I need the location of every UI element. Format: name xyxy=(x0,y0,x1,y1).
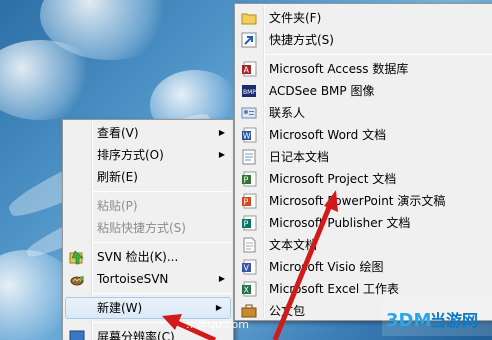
watermark-text: 当游网 xyxy=(430,311,478,330)
new-item-project[interactable]: P Microsoft Project 文档 xyxy=(235,168,492,190)
svg-text:A: A xyxy=(244,66,250,75)
bmp-icon: BMP xyxy=(242,85,256,97)
watermark-logo: 3DM 当游网 xyxy=(382,300,492,336)
menu-item-label: 快捷方式(S) xyxy=(269,33,334,47)
svg-text:P: P xyxy=(244,198,249,207)
new-submenu: 文件夹(F) 快捷方式(S) A Microsoft Access 数据库 BM… xyxy=(234,3,492,321)
word-icon: W xyxy=(242,127,257,143)
new-item-journal[interactable]: 日记本文档 xyxy=(235,146,492,168)
menu-item-label: 文件夹(F) xyxy=(269,11,322,25)
svg-text:P: P xyxy=(244,220,249,229)
menu-separator xyxy=(93,242,231,243)
menu-item-label: 粘贴快捷方式(S) xyxy=(97,221,186,235)
visio-icon: V xyxy=(242,259,257,275)
svn-checkout-icon xyxy=(69,250,84,265)
contact-icon xyxy=(241,107,257,119)
menu-item-paste-shortcut[interactable]: 粘贴快捷方式(S) xyxy=(63,217,233,239)
menu-item-label: Microsoft Word 文档 xyxy=(269,128,387,142)
menu-item-label: SVN 检出(K)... xyxy=(97,250,179,264)
menu-item-new[interactable]: 新建(W) ▶ xyxy=(65,297,231,319)
new-item-publisher[interactable]: P Microsoft Publisher 文档 xyxy=(235,212,492,234)
new-item-folder[interactable]: 文件夹(F) xyxy=(235,7,492,29)
menu-item-label: TortoiseSVN xyxy=(97,272,169,286)
folder-icon xyxy=(241,13,257,25)
submenu-arrow-icon: ▶ xyxy=(215,303,222,312)
menu-item-label: 粘贴(P) xyxy=(97,199,138,213)
submenu-arrow-icon: ▶ xyxy=(218,274,225,283)
menu-item-sort-by[interactable]: 排序方式(O) ▶ xyxy=(63,144,233,166)
new-item-shortcut[interactable]: 快捷方式(S) xyxy=(235,29,492,51)
menu-item-tortoisesvn[interactable]: TortoiseSVN ▶ xyxy=(63,268,233,290)
svg-text:W: W xyxy=(243,132,251,141)
menu-item-label: Microsoft Excel 工作表 xyxy=(269,282,400,296)
svg-text:V: V xyxy=(244,264,250,273)
shortcut-icon xyxy=(241,32,257,48)
new-item-word[interactable]: W Microsoft Word 文档 xyxy=(235,124,492,146)
menu-item-label: Microsoft PowerPoint 演示文稿 xyxy=(269,194,446,208)
menu-item-label: Microsoft Access 数据库 xyxy=(269,62,409,76)
menu-item-label: Microsoft Visio 绘图 xyxy=(269,260,384,274)
menu-item-label: 刷新(E) xyxy=(97,170,138,184)
menu-item-label: ACDSee BMP 图像 xyxy=(269,84,375,98)
briefcase-icon xyxy=(241,304,257,318)
menu-item-label: Microsoft Project 文档 xyxy=(269,172,397,186)
menu-item-paste[interactable]: 粘贴(P) xyxy=(63,195,233,217)
submenu-arrow-icon: ▶ xyxy=(218,128,225,137)
tortoisesvn-icon xyxy=(70,276,84,286)
access-icon: A xyxy=(242,61,257,77)
menu-item-label: 屏幕分辨率(C) xyxy=(97,330,175,340)
project-icon: P xyxy=(242,171,257,187)
watermark-sub: 3DM xyxy=(386,310,431,331)
menu-item-label: 查看(V) xyxy=(97,126,139,140)
menu-separator xyxy=(93,293,231,294)
monitor-icon xyxy=(69,330,85,340)
menu-item-svn-checkout[interactable]: SVN 检出(K)... xyxy=(63,246,233,268)
menu-item-label: 排序方式(O) xyxy=(97,148,164,162)
menu-item-label: Microsoft Publisher 文档 xyxy=(269,216,411,230)
new-item-access[interactable]: A Microsoft Access 数据库 xyxy=(235,58,492,80)
menu-item-label: 公文包 xyxy=(269,304,306,318)
publisher-icon: P xyxy=(242,215,257,231)
new-item-powerpoint[interactable]: P Microsoft PowerPoint 演示文稿 xyxy=(235,190,492,212)
svg-text:P: P xyxy=(244,176,249,185)
powerpoint-icon: P xyxy=(242,193,257,209)
new-item-visio[interactable]: V Microsoft Visio 绘图 xyxy=(235,256,492,278)
menu-item-view[interactable]: 查看(V) ▶ xyxy=(63,122,233,144)
menu-item-label: 联系人 xyxy=(269,106,306,120)
new-item-excel[interactable]: X Microsoft Excel 工作表 xyxy=(235,278,492,300)
email-text: …@qq.com xyxy=(186,318,249,331)
submenu-arrow-icon: ▶ xyxy=(218,150,225,159)
svg-text:BMP: BMP xyxy=(243,89,256,96)
menu-item-label: 日记本文档 xyxy=(269,150,330,164)
journal-icon xyxy=(242,149,256,165)
new-item-bmp[interactable]: BMP ACDSee BMP 图像 xyxy=(235,80,492,102)
excel-icon: X xyxy=(242,281,257,297)
svg-text:X: X xyxy=(244,286,250,295)
new-item-text[interactable]: 文本文档 xyxy=(235,234,492,256)
menu-separator xyxy=(93,191,231,192)
menu-separator xyxy=(265,54,492,55)
menu-item-refresh[interactable]: 刷新(E) xyxy=(63,166,233,188)
text-icon xyxy=(243,237,256,253)
menu-item-label: 新建(W) xyxy=(97,301,143,315)
desktop-context-menu: 查看(V) ▶ 排序方式(O) ▶ 刷新(E) 粘贴(P) 粘贴快捷方式(S) … xyxy=(62,119,234,340)
menu-item-label: 文本文档 xyxy=(269,238,318,252)
new-item-contact[interactable]: 联系人 xyxy=(235,102,492,124)
